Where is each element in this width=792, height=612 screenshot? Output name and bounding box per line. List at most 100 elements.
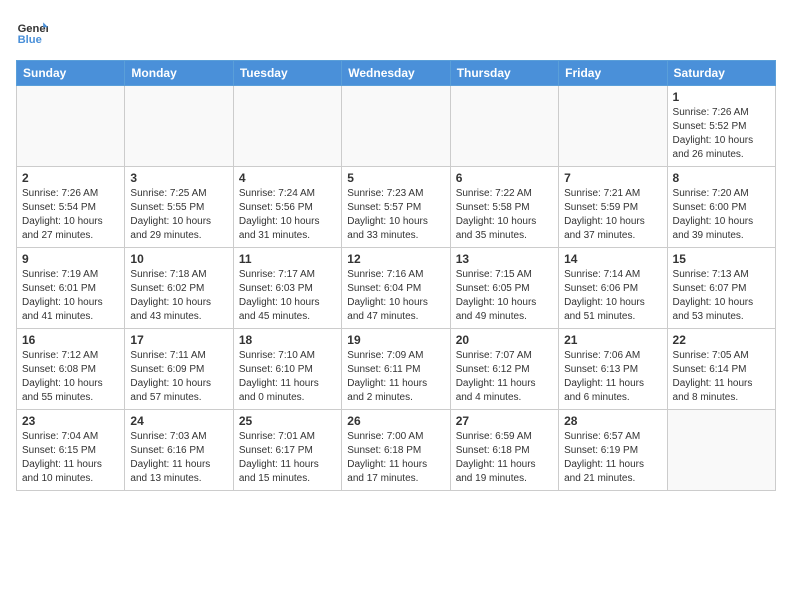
calendar-cell: 28Sunrise: 6:57 AM Sunset: 6:19 PM Dayli… (559, 410, 667, 491)
calendar-cell: 20 Sunrise: 7:07 AM Sunset: 6:12 PM Dayli… (450, 329, 558, 410)
logo: General Blue (16, 16, 48, 48)
calendar-cell: 21 Sunrise: 7:06 AM Sunset: 6:13 PM Dayli… (559, 329, 667, 410)
day-info: Sunrise: 7:19 AM Sunset: 6:01 PM Dayligh… (22, 268, 119, 324)
day-number: 2 (22, 171, 119, 185)
day-info: Sunrise: 7:20 AM Sunset: 6:00 PM Dayligh… (673, 187, 770, 243)
calendar-cell: 2 Sunrise: 7:26 AM Sunset: 5:54 PM Daylig… (17, 167, 125, 248)
day-number: 16 (22, 333, 119, 347)
calendar-cell: 16 Sunrise: 7:12 AM Sunset: 6:08 PM Dayli… (17, 329, 125, 410)
day-number: 12 (347, 252, 444, 266)
calendar-week-row: 9 Sunrise: 7:19 AM Sunset: 6:01 PM Daylig… (17, 248, 776, 329)
logo-icon: General Blue (16, 16, 48, 48)
calendar-cell: 5Sunrise: 7:23 AM Sunset: 5:57 PM Daylig… (342, 167, 450, 248)
day-number: 25 (239, 414, 336, 428)
day-number: 28 (564, 414, 661, 428)
day-number: 7 (564, 171, 661, 185)
day-info: Sunrise: 7:13 AM Sunset: 6:07 PM Dayligh… (673, 268, 770, 324)
calendar-cell: 26Sunrise: 7:00 AM Sunset: 6:18 PM Dayli… (342, 410, 450, 491)
calendar-cell (17, 86, 125, 167)
day-info: Sunrise: 7:18 AM Sunset: 6:02 PM Dayligh… (130, 268, 227, 324)
calendar-cell: 24 Sunrise: 7:03 AM Sunset: 6:16 PM Dayli… (125, 410, 233, 491)
day-info: Sunrise: 7:07 AM Sunset: 6:12 PM Dayligh… (456, 349, 553, 405)
day-info: Sunrise: 7:22 AM Sunset: 5:58 PM Dayligh… (456, 187, 553, 243)
day-info: Sunrise: 7:00 AM Sunset: 6:18 PM Dayligh… (347, 430, 444, 486)
calendar-header-row: SundayMondayTuesdayWednesdayThursdayFrid… (17, 61, 776, 86)
day-info: Sunrise: 7:23 AM Sunset: 5:57 PM Dayligh… (347, 187, 444, 243)
day-number: 21 (564, 333, 661, 347)
day-info: Sunrise: 7:26 AM Sunset: 5:54 PM Dayligh… (22, 187, 119, 243)
day-number: 15 (673, 252, 770, 266)
day-info: Sunrise: 7:15 AM Sunset: 6:05 PM Dayligh… (456, 268, 553, 324)
day-info: Sunrise: 7:14 AM Sunset: 6:06 PM Dayligh… (564, 268, 661, 324)
day-number: 24 (130, 414, 227, 428)
calendar-week-row: 23 Sunrise: 7:04 AM Sunset: 6:15 PM Dayli… (17, 410, 776, 491)
calendar-cell: 3Sunrise: 7:25 AM Sunset: 5:55 PM Daylig… (125, 167, 233, 248)
calendar-cell: 10 Sunrise: 7:18 AM Sunset: 6:02 PM Dayli… (125, 248, 233, 329)
day-number: 23 (22, 414, 119, 428)
page-header: General Blue (16, 16, 776, 48)
calendar-cell (125, 86, 233, 167)
day-number: 10 (130, 252, 227, 266)
day-number: 14 (564, 252, 661, 266)
calendar-cell: 23 Sunrise: 7:04 AM Sunset: 6:15 PM Dayli… (17, 410, 125, 491)
day-number: 22 (673, 333, 770, 347)
svg-text:Blue: Blue (18, 34, 42, 46)
day-info: Sunrise: 7:04 AM Sunset: 6:15 PM Dayligh… (22, 430, 119, 486)
calendar-cell: 12 Sunrise: 7:16 AM Sunset: 6:04 PM Dayli… (342, 248, 450, 329)
calendar-cell (342, 86, 450, 167)
calendar-cell: 7 Sunrise: 7:21 AM Sunset: 5:59 PM Daylig… (559, 167, 667, 248)
calendar-cell (450, 86, 558, 167)
day-number: 20 (456, 333, 553, 347)
calendar-cell: 13 Sunrise: 7:15 AM Sunset: 6:05 PM Dayli… (450, 248, 558, 329)
day-info: Sunrise: 7:09 AM Sunset: 6:11 PM Dayligh… (347, 349, 444, 405)
calendar-cell (667, 410, 775, 491)
col-header-sunday: Sunday (17, 61, 125, 86)
day-info: Sunrise: 7:11 AM Sunset: 6:09 PM Dayligh… (130, 349, 227, 405)
day-info: Sunrise: 7:21 AM Sunset: 5:59 PM Dayligh… (564, 187, 661, 243)
day-number: 1 (673, 90, 770, 104)
day-number: 8 (673, 171, 770, 185)
day-info: Sunrise: 7:03 AM Sunset: 6:16 PM Dayligh… (130, 430, 227, 486)
col-header-tuesday: Tuesday (233, 61, 341, 86)
col-header-wednesday: Wednesday (342, 61, 450, 86)
calendar-cell (233, 86, 341, 167)
calendar-week-row: 16 Sunrise: 7:12 AM Sunset: 6:08 PM Dayli… (17, 329, 776, 410)
day-info: Sunrise: 7:25 AM Sunset: 5:55 PM Dayligh… (130, 187, 227, 243)
day-info: Sunrise: 7:05 AM Sunset: 6:14 PM Dayligh… (673, 349, 770, 405)
day-number: 19 (347, 333, 444, 347)
day-number: 9 (22, 252, 119, 266)
col-header-monday: Monday (125, 61, 233, 86)
day-info: Sunrise: 7:26 AM Sunset: 5:52 PM Dayligh… (673, 106, 770, 162)
calendar-week-row: 1 Sunrise: 7:26 AM Sunset: 5:52 PM Daylig… (17, 86, 776, 167)
calendar-cell: 11 Sunrise: 7:17 AM Sunset: 6:03 PM Dayli… (233, 248, 341, 329)
day-info: Sunrise: 7:24 AM Sunset: 5:56 PM Dayligh… (239, 187, 336, 243)
calendar-cell: 15 Sunrise: 7:13 AM Sunset: 6:07 PM Dayli… (667, 248, 775, 329)
day-number: 4 (239, 171, 336, 185)
calendar-cell: 27Sunrise: 6:59 AM Sunset: 6:18 PM Dayli… (450, 410, 558, 491)
calendar-cell: 4 Sunrise: 7:24 AM Sunset: 5:56 PM Daylig… (233, 167, 341, 248)
day-info: Sunrise: 7:12 AM Sunset: 6:08 PM Dayligh… (22, 349, 119, 405)
calendar-table: SundayMondayTuesdayWednesdayThursdayFrid… (16, 60, 776, 491)
calendar-week-row: 2 Sunrise: 7:26 AM Sunset: 5:54 PM Daylig… (17, 167, 776, 248)
day-number: 18 (239, 333, 336, 347)
calendar-cell: 14 Sunrise: 7:14 AM Sunset: 6:06 PM Dayli… (559, 248, 667, 329)
calendar-cell: 9 Sunrise: 7:19 AM Sunset: 6:01 PM Daylig… (17, 248, 125, 329)
calendar-cell: 19 Sunrise: 7:09 AM Sunset: 6:11 PM Dayli… (342, 329, 450, 410)
calendar-cell: 1 Sunrise: 7:26 AM Sunset: 5:52 PM Daylig… (667, 86, 775, 167)
day-number: 6 (456, 171, 553, 185)
calendar-cell: 25Sunrise: 7:01 AM Sunset: 6:17 PM Dayli… (233, 410, 341, 491)
day-number: 17 (130, 333, 227, 347)
day-info: Sunrise: 7:16 AM Sunset: 6:04 PM Dayligh… (347, 268, 444, 324)
calendar-cell: 18 Sunrise: 7:10 AM Sunset: 6:10 PM Dayli… (233, 329, 341, 410)
calendar-cell: 17 Sunrise: 7:11 AM Sunset: 6:09 PM Dayli… (125, 329, 233, 410)
calendar-cell: 8 Sunrise: 7:20 AM Sunset: 6:00 PM Daylig… (667, 167, 775, 248)
calendar-cell: 22 Sunrise: 7:05 AM Sunset: 6:14 PM Dayli… (667, 329, 775, 410)
col-header-thursday: Thursday (450, 61, 558, 86)
day-number: 11 (239, 252, 336, 266)
day-info: Sunrise: 7:10 AM Sunset: 6:10 PM Dayligh… (239, 349, 336, 405)
day-number: 27 (456, 414, 553, 428)
day-info: Sunrise: 7:06 AM Sunset: 6:13 PM Dayligh… (564, 349, 661, 405)
day-info: Sunrise: 7:17 AM Sunset: 6:03 PM Dayligh… (239, 268, 336, 324)
day-number: 13 (456, 252, 553, 266)
col-header-saturday: Saturday (667, 61, 775, 86)
